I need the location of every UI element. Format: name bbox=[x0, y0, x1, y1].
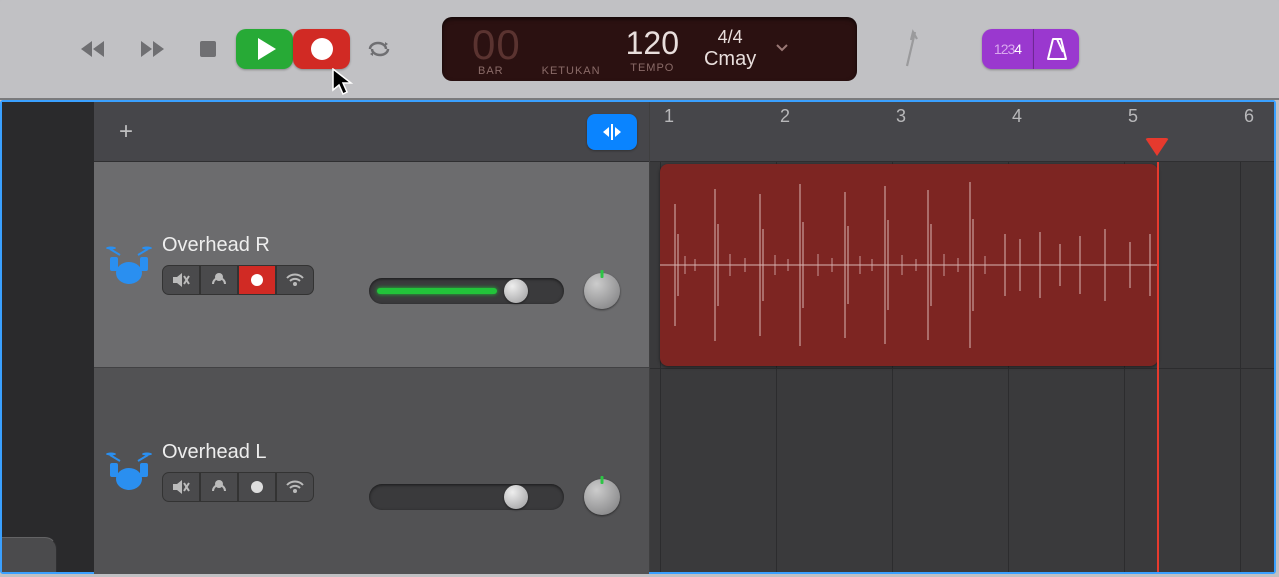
playhead-marker[interactable] bbox=[1145, 138, 1169, 156]
tracks-panel: + Overhead R bbox=[94, 102, 650, 572]
bar-number: 6 bbox=[1244, 106, 1254, 127]
transport-controls bbox=[65, 29, 407, 69]
pan-knob[interactable] bbox=[584, 479, 620, 515]
record-button[interactable] bbox=[293, 29, 350, 69]
lcd-display: 00 5. 2 BAR KETUKAN 120 TEMPO 4/4 Cmay bbox=[442, 17, 857, 81]
arrange-area[interactable]: 1 2 3 4 5 6 bbox=[650, 102, 1274, 572]
track-name-label: Overhead R bbox=[162, 234, 314, 257]
tuner-button[interactable] bbox=[897, 26, 927, 73]
bottom-panel-handle[interactable] bbox=[2, 537, 57, 572]
play-button[interactable] bbox=[236, 29, 293, 69]
bar-number: 4 bbox=[1012, 106, 1022, 127]
tempo-display[interactable]: 120 TEMPO bbox=[626, 25, 679, 74]
play-icon bbox=[258, 38, 276, 60]
metronome-icon bbox=[1045, 36, 1069, 62]
countin-digits: 1234 bbox=[994, 41, 1021, 57]
fast-forward-button[interactable] bbox=[122, 29, 179, 69]
solo-button[interactable] bbox=[200, 265, 238, 295]
tracks-header: + bbox=[94, 102, 649, 162]
pan-knob[interactable] bbox=[584, 273, 620, 309]
playhead-line bbox=[1157, 162, 1159, 572]
track-row-overhead-l[interactable]: Overhead L bbox=[94, 368, 649, 574]
mute-button[interactable] bbox=[162, 472, 200, 502]
time-signature: 4/4 bbox=[718, 27, 743, 48]
catch-playhead-icon bbox=[600, 122, 624, 142]
solo-button[interactable] bbox=[200, 472, 238, 502]
track-buttons-l bbox=[162, 472, 314, 502]
timeline-ruler[interactable]: 1 2 3 4 5 6 bbox=[650, 102, 1274, 162]
rewind-button[interactable] bbox=[65, 29, 122, 69]
volume-meter-fill bbox=[377, 288, 497, 294]
bar-number: 3 bbox=[896, 106, 906, 127]
tempo-value: 120 bbox=[626, 25, 679, 62]
mouse-cursor-icon bbox=[332, 68, 354, 101]
bar-number: 1 bbox=[664, 106, 674, 127]
mute-button[interactable] bbox=[162, 265, 200, 295]
lcd-menu-chevron[interactable] bbox=[774, 39, 790, 60]
input-monitor-button[interactable] bbox=[276, 472, 314, 502]
audio-region[interactable] bbox=[660, 164, 1158, 366]
bar-number: 2 bbox=[780, 106, 790, 127]
record-enable-button[interactable] bbox=[238, 265, 276, 295]
tempo-label: TEMPO bbox=[630, 62, 674, 74]
catch-playhead-button[interactable] bbox=[587, 114, 637, 150]
toolbar: 00 5. 2 BAR KETUKAN 120 TEMPO 4/4 Cmay 1… bbox=[0, 0, 1279, 100]
stop-button[interactable] bbox=[179, 29, 236, 69]
metronome-group: 1234 bbox=[982, 29, 1079, 69]
waveform-icon bbox=[660, 164, 1158, 366]
plus-icon: + bbox=[119, 118, 133, 146]
metronome-button[interactable] bbox=[1034, 29, 1079, 69]
bar-number: 5 bbox=[1128, 106, 1138, 127]
track-name-label: Overhead L bbox=[162, 441, 314, 464]
drumkit-icon bbox=[104, 451, 154, 491]
position-padding: 00 bbox=[472, 21, 521, 69]
volume-slider[interactable] bbox=[369, 278, 564, 304]
add-track-button[interactable]: + bbox=[106, 114, 146, 150]
volume-knob[interactable] bbox=[504, 485, 528, 509]
countin-button[interactable]: 1234 bbox=[982, 29, 1034, 69]
beat-label: KETUKAN bbox=[542, 65, 601, 77]
main-area: + Overhead R bbox=[0, 100, 1276, 574]
cycle-button[interactable] bbox=[350, 29, 407, 69]
track-row-overhead-r[interactable]: Overhead R bbox=[94, 162, 649, 368]
drumkit-icon bbox=[104, 245, 154, 285]
record-enable-button[interactable] bbox=[238, 472, 276, 502]
bar-label: BAR bbox=[478, 65, 504, 77]
input-monitor-button[interactable] bbox=[276, 265, 314, 295]
signature-key-display[interactable]: 4/4 Cmay bbox=[704, 27, 756, 71]
playhead-triangle-icon bbox=[1145, 138, 1169, 156]
track-buttons-r bbox=[162, 265, 314, 295]
position-display[interactable]: 00 5. 2 bbox=[472, 21, 521, 69]
left-gutter bbox=[2, 102, 94, 572]
key-value: Cmay bbox=[704, 48, 756, 71]
volume-knob[interactable] bbox=[504, 279, 528, 303]
volume-slider[interactable] bbox=[369, 484, 564, 510]
